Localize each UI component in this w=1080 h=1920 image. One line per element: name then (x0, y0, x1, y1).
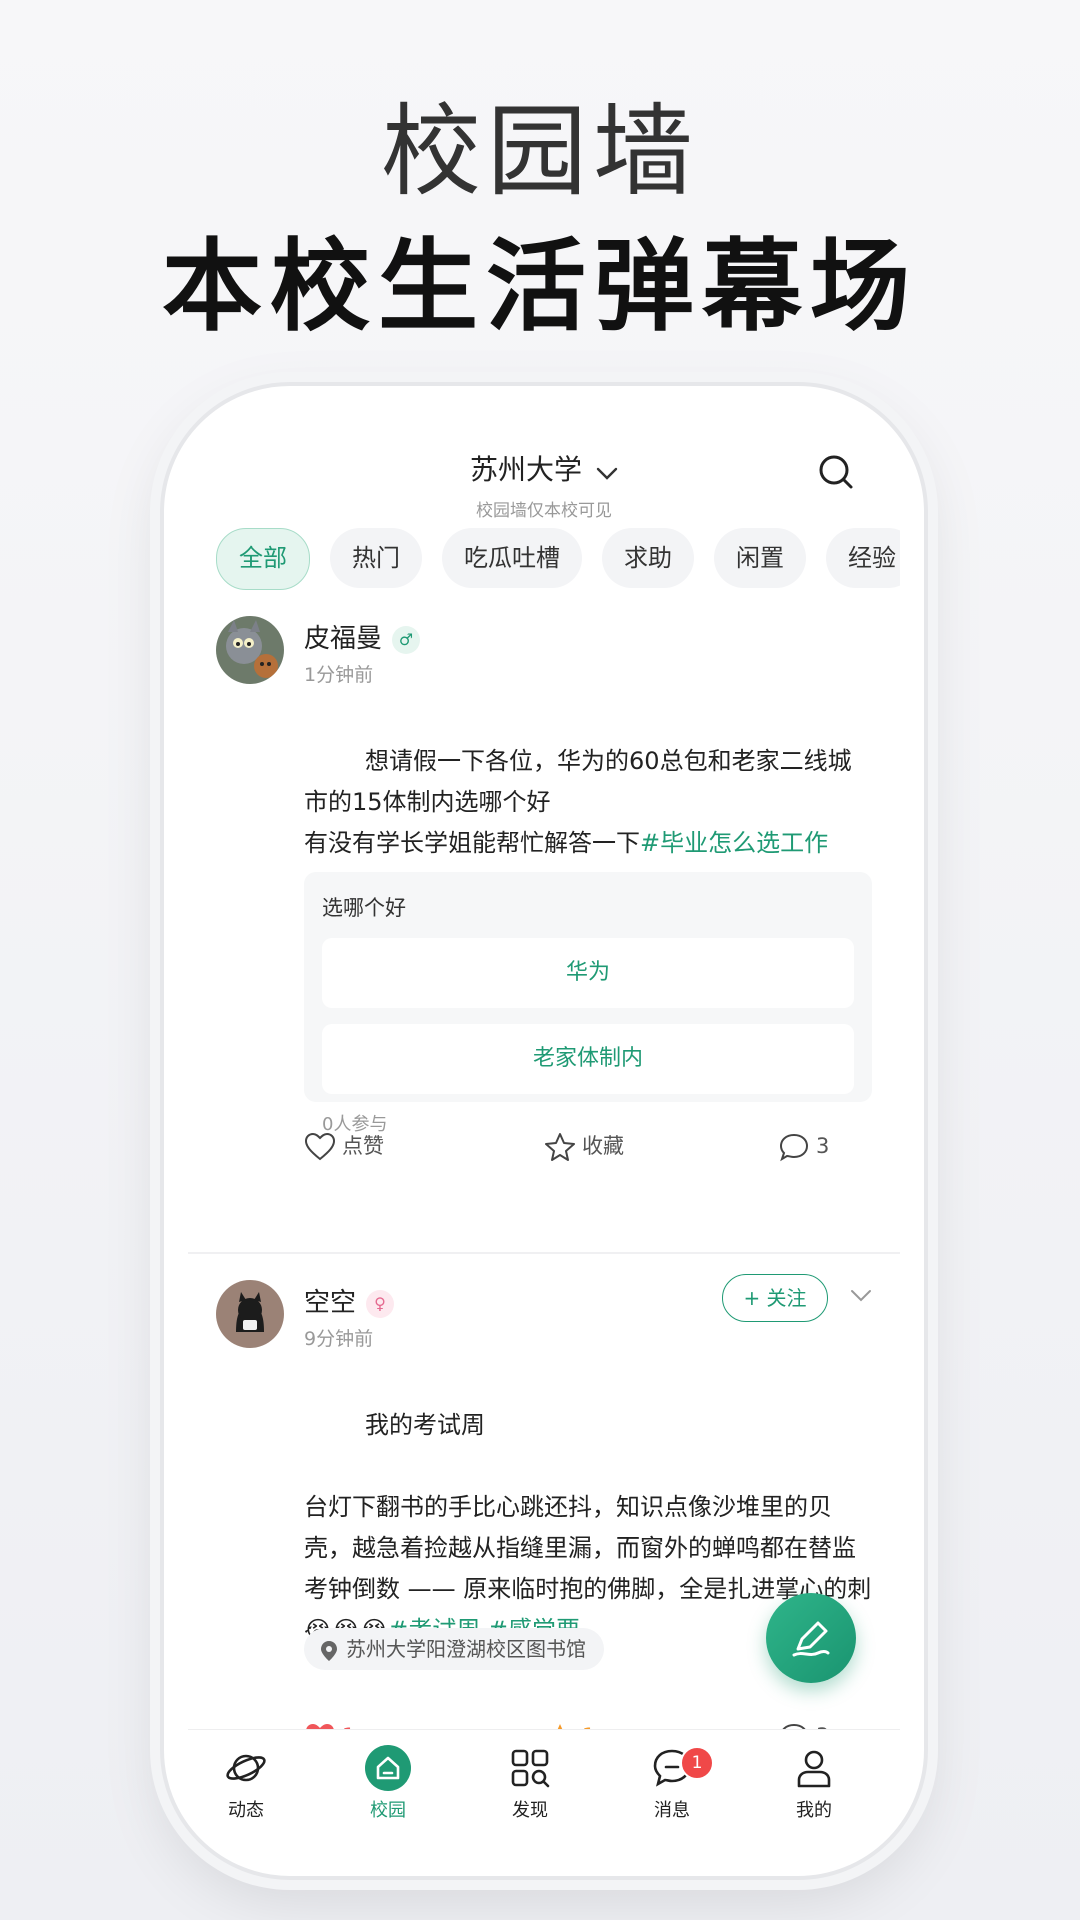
search-icon[interactable] (816, 452, 856, 492)
comment-button[interactable]: 3 (778, 1126, 829, 1166)
visibility-note: 校园墙仅本校可见 (476, 501, 612, 521)
nav-moments[interactable]: 动态 (196, 1744, 296, 1822)
username: 空空 (304, 1288, 357, 1318)
heart-icon (304, 1132, 336, 1161)
avatar[interactable] (216, 1280, 284, 1348)
post-time: 1分钟前 (304, 664, 374, 686)
campus-home-icon (365, 1745, 411, 1791)
username: 皮福曼 (304, 624, 383, 654)
category-tabs: 全部 热门 吃瓜吐槽 求助 闲置 经验 (216, 528, 900, 592)
favorite-label: 收藏 (582, 1134, 624, 1158)
nav-profile[interactable]: 我的 (764, 1744, 864, 1822)
chevron-down-icon[interactable] (850, 1288, 872, 1307)
nav-messages[interactable]: 消息 1 (622, 1744, 722, 1822)
profile-icon (797, 1750, 831, 1788)
poll-card: 选哪个好 华为 老家体制内 0人参与 (304, 872, 872, 1135)
avatar[interactable] (216, 616, 284, 684)
school-selector[interactable]: 苏州大学 (188, 448, 900, 488)
discover-grid-icon (511, 1749, 550, 1788)
post-card[interactable]: 皮福曼 ♂ 1分钟前 想请假一下各位，华为的60总包和老家二线城市的15体制内选哪… (188, 616, 900, 1162)
poll-option-huawei[interactable]: 华为 (322, 938, 854, 1008)
header: 苏州大学 校园墙仅本校可见 (188, 448, 900, 528)
poll-option-hometown[interactable]: 老家体制内 (322, 1024, 854, 1094)
female-gender-icon: ♀ (366, 1289, 395, 1318)
nav-label: 动态 (228, 1800, 264, 1821)
nav-label: 发现 (512, 1800, 548, 1821)
male-gender-icon: ♂ (392, 625, 421, 654)
post-divider (188, 1252, 900, 1254)
post-author[interactable]: 空空 ♀ (304, 1282, 395, 1319)
location-chip[interactable]: 苏州大学阳澄湖校区图书馆 (304, 1628, 604, 1670)
school-name: 苏州大学 (469, 453, 582, 486)
phone-frame: 苏州大学 校园墙仅本校可见 全部 热门 吃瓜吐槽 求助 闲置 经验 皮福曼 ♂ 1分钟前 想… (160, 382, 928, 1880)
tab-all[interactable]: 全部 (216, 528, 310, 590)
post-card[interactable]: 空空 ♀ + 关注 9分钟前 我的考试周 台灯下翻书的手比心跳还抖，知识点像沙堆里… (188, 1274, 900, 1780)
post-time: 9分钟前 (304, 1328, 374, 1350)
hero-title: 校园墙 (381, 93, 699, 210)
nav-label: 消息 (654, 1800, 690, 1821)
follow-button[interactable]: + 关注 (722, 1274, 828, 1322)
post-actions: 点赞 收藏 3 (188, 1126, 900, 1166)
tab-secondhand[interactable]: 闲置 (714, 528, 806, 588)
unread-badge: 1 (680, 1746, 714, 1780)
app-screen: 苏州大学 校园墙仅本校可见 全部 热门 吃瓜吐槽 求助 闲置 经验 皮福曼 ♂ 1分钟前 想… (188, 408, 900, 1854)
hashtag-link[interactable]: #毕业怎么选工作 (640, 829, 828, 857)
favorite-button[interactable]: 收藏 (544, 1126, 624, 1166)
tab-gossip[interactable]: 吃瓜吐槽 (442, 528, 582, 588)
like-button[interactable]: 点赞 (304, 1126, 384, 1166)
nav-label: 校园 (370, 1800, 406, 1821)
nav-campus[interactable]: 校园 (338, 1744, 438, 1822)
like-label: 点赞 (342, 1134, 384, 1158)
poll-title: 选哪个好 (322, 896, 406, 920)
location-pin-icon (321, 1640, 337, 1661)
planet-icon (226, 1754, 266, 1782)
chevron-down-icon (596, 455, 618, 488)
post-author[interactable]: 皮福曼 ♂ (304, 618, 421, 655)
bottom-navigation: 动态 校园 发现 消息 1 我的 (188, 1729, 900, 1854)
nav-label: 我的 (796, 1800, 832, 1821)
nav-discover[interactable]: 发现 (480, 1744, 580, 1822)
compose-button[interactable] (766, 1593, 856, 1683)
location-label: 苏州大学阳澄湖校区图书馆 (346, 1637, 586, 1661)
comment-count: 3 (816, 1134, 830, 1158)
tab-help[interactable]: 求助 (602, 528, 694, 588)
comment-icon (779, 1133, 809, 1162)
tab-experience[interactable]: 经验 (826, 528, 900, 588)
hero-subtitle: 本校生活弹幕场 (162, 228, 918, 345)
pen-icon (792, 1621, 830, 1657)
star-icon (545, 1133, 575, 1161)
tab-hot[interactable]: 热门 (330, 528, 422, 588)
